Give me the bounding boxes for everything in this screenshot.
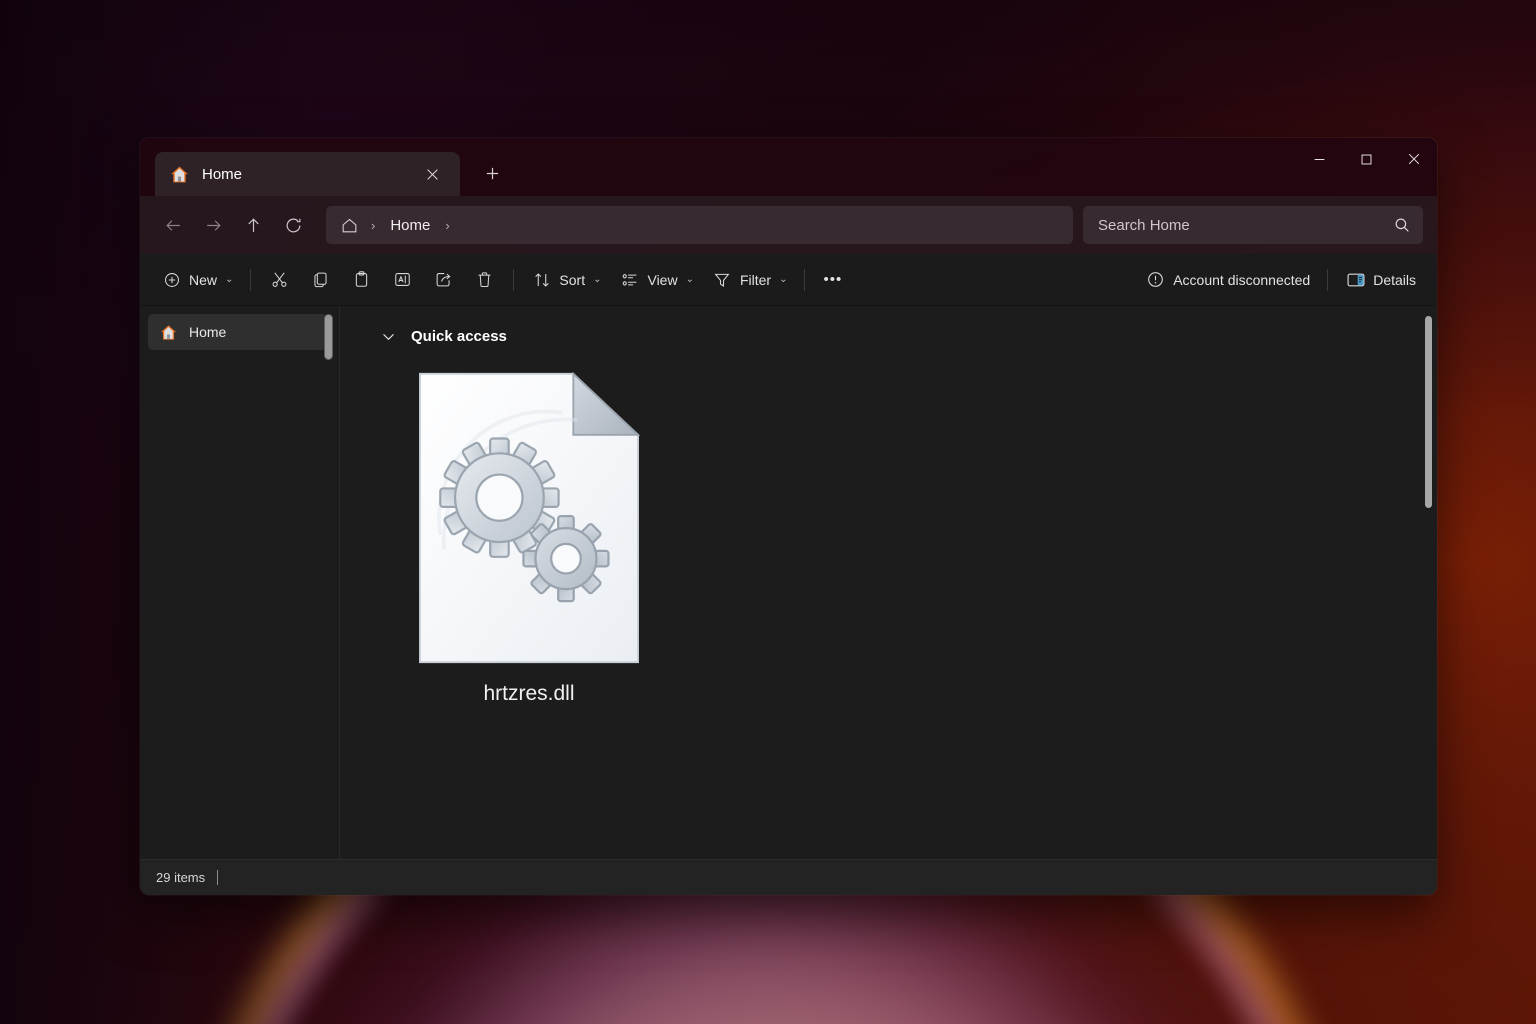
- file-list-area[interactable]: Quick access hrtzres.dll: [340, 306, 1437, 859]
- sort-button-label: Sort: [559, 271, 586, 288]
- chevron-down-icon: ⌄: [225, 274, 234, 285]
- copy-button[interactable]: [300, 262, 341, 298]
- view-icon: [619, 269, 640, 290]
- new-button-label: New: [189, 271, 218, 288]
- quick-access-label: Quick access: [411, 327, 507, 345]
- filter-icon: [712, 269, 733, 290]
- share-icon: [433, 269, 454, 290]
- view-button-label: View: [647, 271, 678, 288]
- navigation-bar: › Home ›: [140, 196, 1437, 254]
- details-panel-icon: [1345, 269, 1366, 290]
- back-button[interactable]: [154, 207, 192, 243]
- command-bar: New ⌄ Sort ⌄ View ⌄ Filter ⌄ ••• Account…: [140, 254, 1437, 306]
- sidebar-item-home[interactable]: Home: [148, 314, 327, 350]
- delete-button[interactable]: [464, 262, 505, 298]
- sidebar-item-label: Home: [189, 324, 227, 340]
- content-scrollbar-thumb[interactable]: [1425, 316, 1432, 508]
- status-divider: [217, 870, 219, 885]
- home-icon: [169, 164, 190, 185]
- maximize-button[interactable]: [1343, 138, 1390, 180]
- new-button[interactable]: New ⌄: [152, 262, 242, 298]
- file-item[interactable]: hrtzres.dll: [404, 362, 654, 718]
- tab-label: Home: [202, 165, 243, 183]
- refresh-button[interactable]: [274, 207, 312, 243]
- home-icon: [159, 323, 178, 342]
- title-bar: Home: [140, 138, 1437, 196]
- toolbar-divider: [250, 268, 252, 291]
- navigation-pane: Home: [140, 306, 340, 859]
- desktop: Home › Home › Search Home New ⌄ Sort ⌄ V…: [0, 0, 1536, 1024]
- rename-icon: [392, 269, 413, 290]
- chevron-down-icon: ⌄: [593, 274, 602, 285]
- home-outline-icon[interactable]: [338, 214, 360, 236]
- account-status-label: Account disconnected: [1173, 271, 1311, 288]
- minimize-button[interactable]: [1296, 138, 1343, 180]
- toolbar-divider-3: [804, 268, 806, 291]
- toolbar-divider-2: [513, 268, 515, 291]
- forward-button[interactable]: [194, 207, 232, 243]
- cut-button[interactable]: [259, 262, 300, 298]
- alert-circle-icon: [1145, 269, 1166, 290]
- close-icon[interactable]: [418, 160, 446, 188]
- view-button[interactable]: View ⌄: [610, 262, 702, 298]
- file-grid: hrtzres.dll: [340, 352, 1437, 718]
- chevron-down-icon[interactable]: [380, 328, 397, 345]
- window-body: Home Quick access hrtzres.dll: [140, 306, 1437, 859]
- copy-icon: [310, 269, 331, 290]
- file-name-label: hrtzres.dll: [483, 682, 575, 705]
- window-controls: [1296, 138, 1437, 180]
- breadcrumb-home[interactable]: Home: [386, 215, 434, 236]
- breadcrumb-separator-1[interactable]: ›: [364, 218, 382, 233]
- more-options-button[interactable]: •••: [813, 262, 852, 298]
- sort-button[interactable]: Sort ⌄: [522, 262, 610, 298]
- share-button[interactable]: [423, 262, 464, 298]
- details-pane-label: Details: [1373, 271, 1416, 288]
- quick-access-group-header[interactable]: Quick access: [340, 306, 1437, 352]
- chevron-down-icon: ⌄: [779, 274, 788, 285]
- filter-button-label: Filter: [739, 271, 772, 288]
- trash-icon: [474, 269, 495, 290]
- tab-home[interactable]: Home: [155, 152, 460, 196]
- sidebar-scrollbar-thumb[interactable]: [324, 314, 333, 360]
- status-bar: 29 items: [140, 859, 1437, 895]
- breadcrumb-separator-2[interactable]: ›: [438, 218, 456, 233]
- up-button[interactable]: [234, 207, 272, 243]
- sort-icon: [531, 269, 552, 290]
- plus-circle-icon: [161, 269, 182, 290]
- filter-button[interactable]: Filter ⌄: [703, 262, 797, 298]
- toolbar-divider-4: [1327, 268, 1329, 291]
- search-icon[interactable]: [1393, 216, 1411, 234]
- new-tab-button[interactable]: [474, 155, 510, 191]
- paste-button[interactable]: [341, 262, 382, 298]
- search-input[interactable]: [1098, 216, 1393, 234]
- close-button[interactable]: [1390, 138, 1437, 180]
- address-bar[interactable]: › Home ›: [326, 206, 1073, 244]
- ellipsis-icon: •••: [823, 271, 843, 288]
- paste-icon: [351, 269, 372, 290]
- tab-strip: Home: [140, 138, 510, 196]
- scissors-icon: [269, 269, 290, 290]
- account-status-button[interactable]: Account disconnected: [1136, 262, 1319, 298]
- dll-file-icon: [418, 371, 641, 664]
- chevron-down-icon: ⌄: [685, 274, 694, 285]
- item-count-label: 29 items: [156, 870, 206, 885]
- file-explorer-window: Home › Home › Search Home New ⌄ Sort ⌄ V…: [140, 138, 1437, 895]
- details-pane-button[interactable]: Details: [1336, 262, 1425, 298]
- rename-button[interactable]: [382, 262, 423, 298]
- search-box[interactable]: [1083, 206, 1423, 244]
